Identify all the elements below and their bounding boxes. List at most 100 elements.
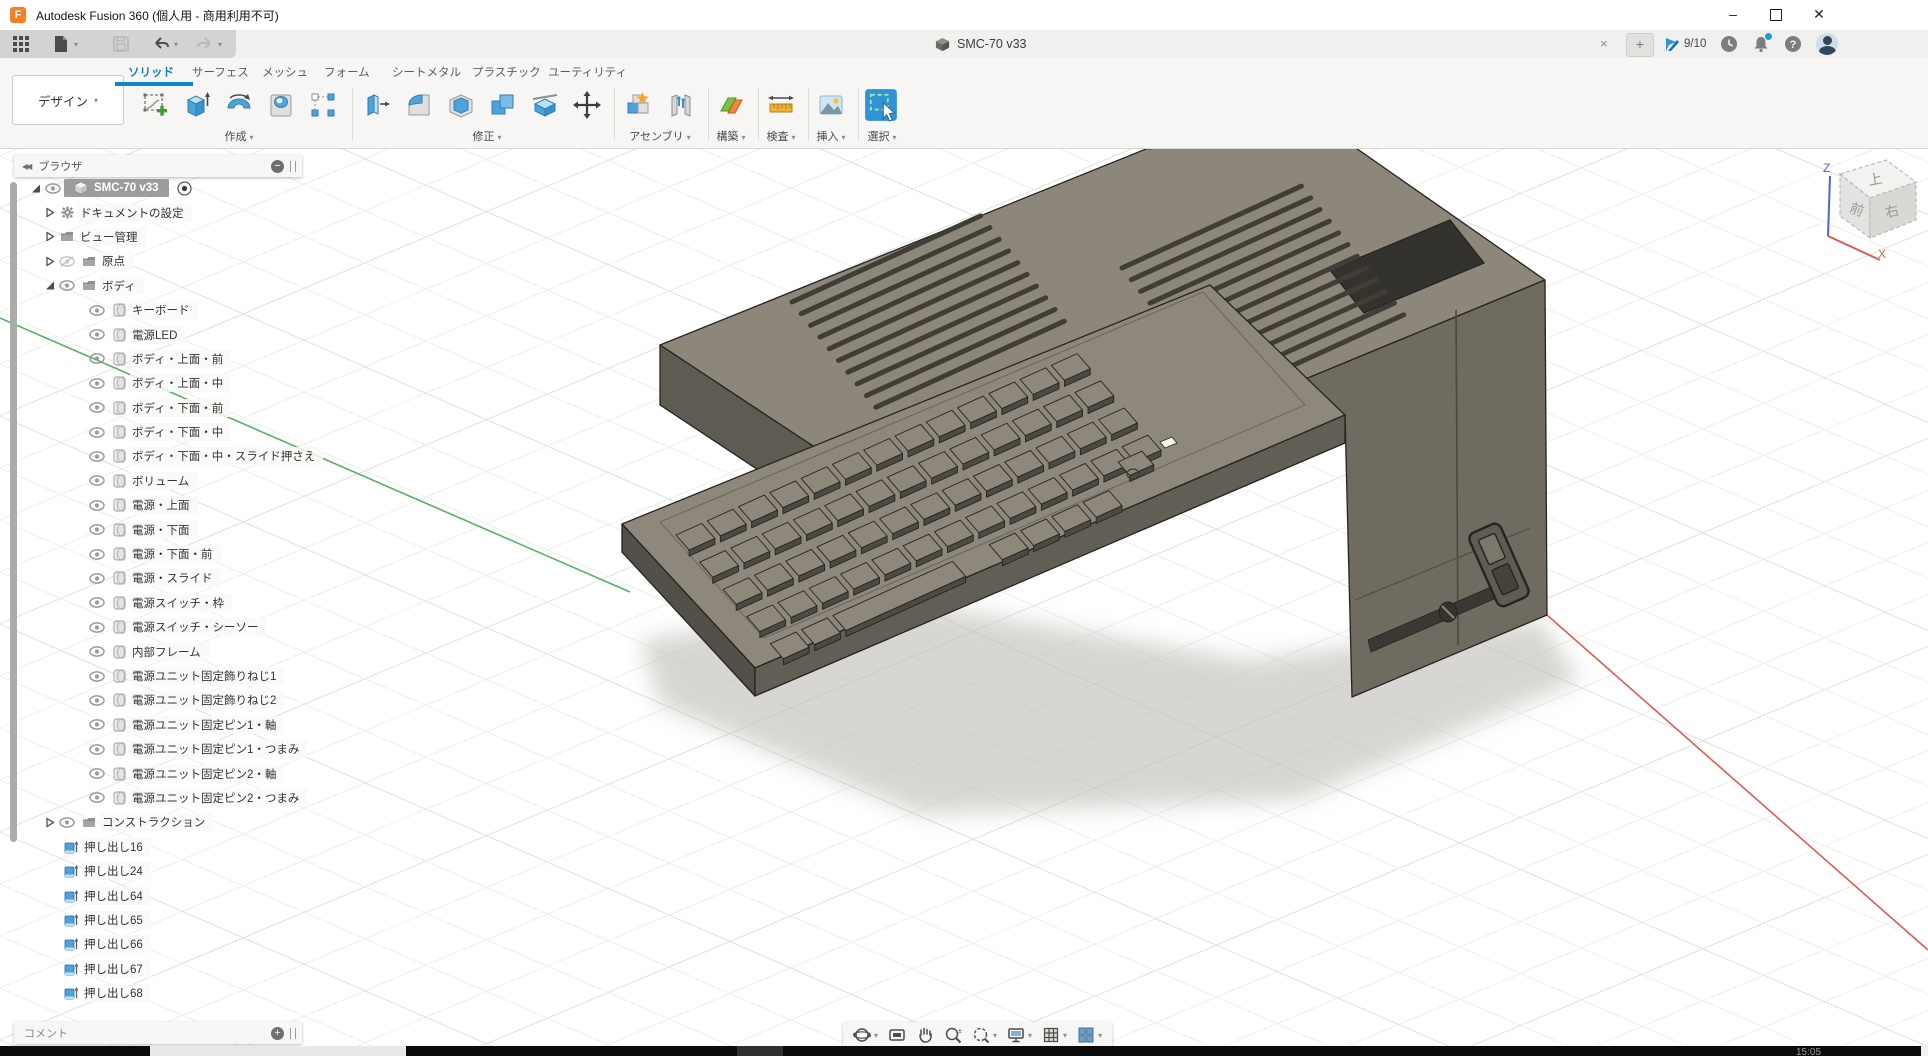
visibility-eye-icon[interactable] <box>56 256 78 267</box>
tree-row[interactable]: 原点 <box>8 249 323 273</box>
activate-component-radio[interactable] <box>177 181 192 196</box>
clock-icon[interactable] <box>1720 35 1738 53</box>
close-button[interactable]: ✕ <box>1798 0 1840 29</box>
ribbon-tab-5[interactable]: シートメタル <box>392 64 461 80</box>
pattern-icon[interactable] <box>308 90 338 120</box>
visibility-eye-icon[interactable] <box>86 378 108 389</box>
move-icon[interactable] <box>572 90 602 120</box>
new-component-icon[interactable] <box>624 90 654 120</box>
nav-pan[interactable] <box>916 1026 934 1044</box>
tree-row[interactable]: 押し出し65 <box>8 908 323 932</box>
visibility-eye-icon[interactable] <box>86 451 108 462</box>
nav-caret[interactable]: ▾ <box>1098 1031 1102 1040</box>
nav-display-settings[interactable]: ▾ <box>1007 1026 1032 1044</box>
tree-row[interactable]: ボディ・下面・前 <box>8 396 323 420</box>
tree-row[interactable]: 電源・下面 <box>8 517 323 541</box>
undo-icon[interactable] <box>152 35 170 53</box>
expand-icon[interactable] <box>42 207 56 218</box>
windows-taskbar[interactable]: 15:05 <box>0 1046 1928 1056</box>
tree-row[interactable]: 電源ユニット固定ピン2・つまみ <box>8 786 323 810</box>
visibility-eye-icon[interactable] <box>86 597 108 608</box>
visibility-eye-icon[interactable] <box>86 646 108 657</box>
help-icon[interactable]: ? <box>1784 35 1802 53</box>
tree-row[interactable]: ボリューム <box>8 469 323 493</box>
tree-row[interactable]: 押し出し24 <box>8 859 323 883</box>
shell-icon[interactable] <box>446 90 476 120</box>
nav-caret[interactable]: ▾ <box>993 1031 997 1040</box>
tree-row[interactable]: キーボード <box>8 298 323 322</box>
joint-icon[interactable] <box>666 90 696 120</box>
visibility-eye-icon[interactable] <box>86 792 108 803</box>
ribbon-tab-7[interactable]: ユーティリティ <box>548 64 627 80</box>
tree-row[interactable]: 押し出し68 <box>8 981 323 1005</box>
nav-grid-layout[interactable]: ▾ <box>1042 1026 1067 1044</box>
visibility-eye-icon[interactable] <box>86 402 108 413</box>
visibility-eye-icon[interactable] <box>86 719 108 730</box>
tree-row[interactable]: 電源・スライド <box>8 566 323 590</box>
select-icon[interactable] <box>864 88 898 122</box>
tree-row[interactable]: 電源・下面・前 <box>8 542 323 566</box>
comment-bar[interactable]: コメント + <box>14 1022 302 1044</box>
expand-icon[interactable] <box>42 280 56 291</box>
canvas-icon[interactable] <box>816 90 846 120</box>
tree-row[interactable]: 電源ユニット固定ピン2・軸 <box>8 761 323 785</box>
visibility-eye-icon[interactable] <box>86 475 108 486</box>
avatar[interactable] <box>1816 33 1838 55</box>
close-tab-icon[interactable]: × <box>1600 36 1608 51</box>
save-icon[interactable] <box>112 35 130 53</box>
visibility-eye-icon[interactable] <box>86 427 108 438</box>
ribbon-tab-1[interactable]: ソリッド <box>128 64 174 80</box>
comment-drag-handle[interactable] <box>290 1028 296 1039</box>
nav-caret[interactable]: ▾ <box>874 1031 878 1040</box>
smc70-model[interactable] <box>622 82 1580 815</box>
tree-row[interactable]: ボディ・下面・中・スライド押さえ <box>8 444 323 468</box>
tree-row[interactable]: ボディ <box>8 274 323 298</box>
visibility-eye-icon[interactable] <box>86 695 108 706</box>
browser-drag-handle[interactable] <box>290 161 296 172</box>
group-label-4[interactable]: 構築 ▾ <box>716 128 745 144</box>
undo-caret[interactable]: ▾ <box>174 40 178 49</box>
ribbon-tab-2[interactable]: サーフェス <box>192 64 249 80</box>
document-limit-badge[interactable]: 9/10 <box>1664 36 1706 53</box>
comment-add-icon[interactable]: + <box>271 1027 284 1040</box>
tree-row[interactable]: ボディ・上面・前 <box>8 347 323 371</box>
expand-icon[interactable] <box>28 183 42 194</box>
visibility-eye-icon[interactable] <box>86 500 108 511</box>
press-pull-icon[interactable] <box>362 90 392 120</box>
tree-row[interactable]: 電源スイッチ・枠 <box>8 591 323 615</box>
group-label-1[interactable]: 作成 ▾ <box>224 128 253 144</box>
expand-icon[interactable] <box>42 817 56 828</box>
create-sketch-icon[interactable] <box>140 90 170 120</box>
visibility-eye-icon[interactable] <box>86 353 108 364</box>
redo-caret[interactable]: ▾ <box>218 40 222 49</box>
taskbar-app-button[interactable] <box>737 1046 783 1056</box>
tree-row[interactable]: ドキュメントの設定 <box>8 200 323 224</box>
tree-row[interactable]: SMC-70 v33 <box>8 176 323 200</box>
tree-row[interactable]: 電源LED <box>8 322 323 346</box>
visibility-eye-icon[interactable] <box>56 280 78 291</box>
collapse-panel-icon[interactable]: ◀◀ <box>22 162 30 171</box>
expand-icon[interactable] <box>42 231 56 242</box>
group-label-3[interactable]: アセンブリ ▾ <box>629 128 691 144</box>
tree-row[interactable]: 押し出し66 <box>8 932 323 956</box>
visibility-eye-icon[interactable] <box>86 305 108 316</box>
group-label-5[interactable]: 検査 ▾ <box>766 128 795 144</box>
tree-row[interactable]: 内部フレーム <box>8 639 323 663</box>
visibility-eye-icon[interactable] <box>86 744 108 755</box>
minimize-button[interactable]: – <box>1712 0 1754 29</box>
notification-bell[interactable] <box>1752 35 1770 53</box>
ribbon-tab-4[interactable]: フォーム <box>324 64 370 80</box>
visibility-eye-icon[interactable] <box>86 671 108 682</box>
construct-plane-icon[interactable] <box>716 90 746 120</box>
app-grid-icon[interactable] <box>12 35 30 53</box>
tree-row[interactable]: 電源・上面 <box>8 493 323 517</box>
file-menu-icon[interactable] <box>52 35 70 53</box>
nav-orbit[interactable]: ▾ <box>853 1026 878 1044</box>
nav-zoom[interactable]: ± <box>944 1026 962 1044</box>
tree-row[interactable]: 電源スイッチ・シーソー <box>8 615 323 639</box>
visibility-eye-icon[interactable] <box>86 524 108 535</box>
tree-row[interactable]: 電源ユニット固定飾りねじ1 <box>8 664 323 688</box>
hole-icon[interactable] <box>266 90 296 120</box>
tree-row[interactable]: 電源ユニット固定ピン1・軸 <box>8 713 323 737</box>
combine-icon[interactable] <box>488 90 518 120</box>
